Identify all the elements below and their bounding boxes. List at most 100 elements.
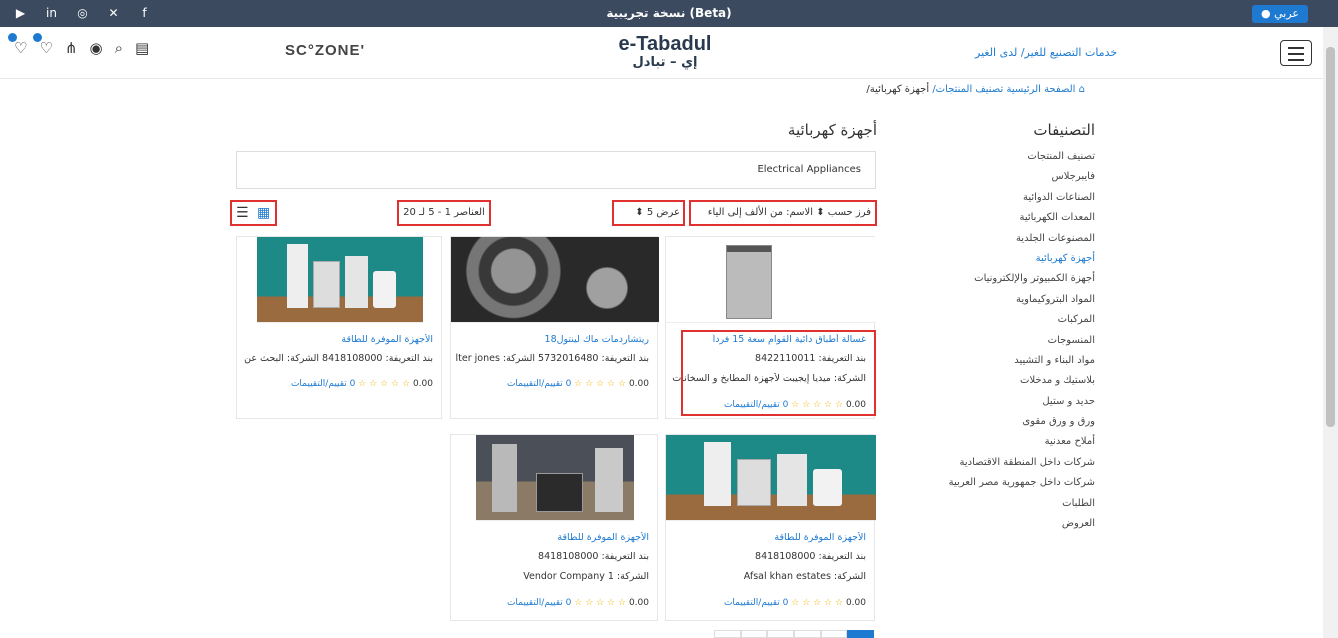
sidebar-title: التصنيفات xyxy=(1033,121,1095,139)
sidebar-category-item[interactable]: تصنيف المنتجات xyxy=(900,147,1095,167)
rating-value: 0.00 xyxy=(412,379,433,389)
globe-icon: ● xyxy=(1261,7,1271,20)
product-rating: 0.00 ☆ ☆ ☆ ☆ ☆ 0 تقييم/التقييمات xyxy=(507,598,649,608)
pagination xyxy=(714,630,875,638)
etabadul-logo[interactable]: e-Tabadul إي – تبادل xyxy=(600,33,730,75)
top-bar: ▶ in ◎ ✕ f نسخة تجريبية (Beta) ● عربي xyxy=(0,0,1338,27)
product-card[interactable]: الأجهزة الموفرة للطاقة بند التعريفة: 8418… xyxy=(236,236,442,419)
rating-stars-icon: ☆ ☆ ☆ ☆ ☆ xyxy=(791,598,844,608)
sidebar-category-item[interactable]: حديد و ستيل xyxy=(900,392,1095,412)
page-button-active[interactable] xyxy=(847,630,875,638)
breadcrumb-categories[interactable]: تصنيف المنتجات/ xyxy=(932,84,1003,95)
sidebar-category-item[interactable]: أجهزة كهربائية xyxy=(900,249,1095,269)
compare-icon[interactable]: ♡ xyxy=(8,33,27,57)
categories-sidebar: التصنيفات تصنيف المنتجات فايبرجلاس الصناعا… xyxy=(900,121,1095,534)
beta-banner: نسخة تجريبية (Beta) xyxy=(606,6,732,20)
product-card[interactable]: الأجهزة الموفرة للطاقة بند التعريفة: 8418… xyxy=(450,434,658,621)
sort-caret-icon: ⬍ xyxy=(816,207,825,218)
show-value: 5 xyxy=(646,207,654,218)
sidebar-category-item[interactable]: العروض xyxy=(900,514,1095,534)
highlight-box xyxy=(681,330,876,416)
sidebar-category-item[interactable]: الصناعات الدوائية xyxy=(900,188,1095,208)
sidebar-category-item[interactable]: بلاستيك و مدخلات xyxy=(900,371,1095,391)
show-label: عرض xyxy=(656,207,680,218)
language-button[interactable]: ● عربي xyxy=(1252,5,1308,23)
sidebar-category-item[interactable]: شركات داخل جمهورية مصر العربية xyxy=(900,473,1095,493)
breadcrumb-home[interactable]: الصفحة الرئيسية xyxy=(1006,84,1075,95)
page-button[interactable] xyxy=(740,630,768,638)
page-button[interactable] xyxy=(767,630,795,638)
account-icon[interactable]: ◉ xyxy=(89,39,102,57)
sidebar-category-item[interactable]: الطلبات xyxy=(900,494,1095,514)
product-rating: 0.00 ☆ ☆ ☆ ☆ ☆ 0 تقييم/التقييمات xyxy=(724,598,866,608)
share-icon[interactable]: ⋔ xyxy=(65,39,78,57)
product-tariff: بند التعريفة: 8418108000 xyxy=(538,551,649,562)
category-description: Electrical Appliances xyxy=(236,151,876,189)
reviews-link[interactable]: 0 تقييم/التقييمات xyxy=(291,379,355,389)
product-card[interactable]: الأجهزة الموفرة للطاقة بند التعريفة: 8418… xyxy=(665,434,876,621)
page-title: أجهزة كهربائية xyxy=(787,121,877,139)
product-name-link[interactable]: الأجهزة الموفرة للطاقة xyxy=(241,334,433,345)
header-icons: ♡ ♡ ⋔ ◉ ⌕ ▤ xyxy=(8,33,149,57)
sidebar-category-item[interactable]: المنسوجات xyxy=(900,331,1095,351)
page-button[interactable] xyxy=(714,630,741,638)
page-button[interactable] xyxy=(794,630,821,638)
logo-english: e-Tabadul xyxy=(618,33,712,55)
product-tariff: بند التعريفة: 8418108000 xyxy=(755,551,866,562)
sidebar-category-item[interactable]: المعدات الكهربائية xyxy=(900,208,1095,228)
reviews-link[interactable]: 0 تقييم/التقييمات xyxy=(507,379,571,389)
page-button[interactable] xyxy=(820,630,848,638)
rating-stars-icon: ☆ ☆ ☆ ☆ ☆ xyxy=(574,598,627,608)
product-name-link[interactable]: ريتشاردمات ماك لينتول18 xyxy=(455,334,649,345)
product-tariff: بند التعريفة: 8418108000 الشركة: البحث ع… xyxy=(241,353,433,364)
sidebar-category-item[interactable]: المواد البتروكيماوية xyxy=(900,290,1095,310)
menu-icon xyxy=(1288,47,1304,49)
breadcrumb-current: أجهزة كهربائية/ xyxy=(866,84,930,95)
items-range: العناصر 1 - 5 لـ 20 xyxy=(397,200,491,226)
sidebar-category-item[interactable]: أجهزة الكمبيوتر والإلكترونيات xyxy=(900,269,1095,289)
product-image[interactable] xyxy=(666,237,876,323)
product-company: الشركة: Vendor Company 1 xyxy=(523,571,649,582)
product-image[interactable] xyxy=(476,435,634,521)
product-company: الشركة: Afsal khan estates xyxy=(743,571,866,582)
search-icon[interactable]: ⌕ xyxy=(115,39,123,57)
sidebar-category-item[interactable]: المركبات xyxy=(900,310,1095,330)
rating-value: 0.00 xyxy=(845,598,866,608)
reviews-link[interactable]: 0 تقييم/التقييمات xyxy=(507,598,571,608)
logo-arabic: إي – تبادل xyxy=(632,55,698,70)
rating-value: 0.00 xyxy=(628,598,649,608)
wishlist-icon[interactable]: ♡ xyxy=(33,33,53,57)
grid-view-icon[interactable]: ▦ xyxy=(257,202,270,224)
services-link[interactable]: خدمات التصنيع للغير/ لدى الغير xyxy=(975,46,1117,59)
sort-value: الاسم: من الألف إلى الياء xyxy=(707,207,813,218)
sidebar-category-item[interactable]: شركات داخل المنطقة الاقتصادية xyxy=(900,453,1095,473)
sidebar-category-item[interactable]: أملاح معدنية xyxy=(900,432,1095,452)
product-image[interactable] xyxy=(666,435,876,521)
sidebar-category-item[interactable]: المصنوعات الجلدية xyxy=(900,229,1095,249)
language-label: عربي xyxy=(1274,7,1299,20)
home-icon[interactable]: ⌂ xyxy=(1079,84,1085,95)
sidebar-category-item[interactable]: فايبرجلاس xyxy=(900,167,1095,187)
product-image[interactable] xyxy=(451,237,659,323)
list-view-icon[interactable]: ☰ xyxy=(236,202,249,224)
product-name-link[interactable]: الأجهزة الموفرة للطاقة xyxy=(455,532,649,543)
sidebar-category-item[interactable]: ورق و ورق مقوى xyxy=(900,412,1095,432)
sczone-logo[interactable]: SC°ZONE' xyxy=(285,42,365,59)
sidebar-category-item[interactable]: مواد البناء و التشييد xyxy=(900,351,1095,371)
page-scrollbar[interactable] xyxy=(1323,27,1338,638)
show-select[interactable]: عرض 5 ⬍ xyxy=(612,200,685,226)
product-name-link[interactable]: الأجهزة الموفرة للطاقة xyxy=(670,532,866,543)
product-rating: 0.00 ☆ ☆ ☆ ☆ ☆ 0 تقييم/التقييمات xyxy=(507,379,649,389)
catalog-icon[interactable]: ▤ xyxy=(135,39,149,57)
breadcrumb: ⌂ الصفحة الرئيسية تصنيف المنتجات/ أجهزة … xyxy=(0,84,1310,100)
product-image[interactable] xyxy=(257,237,423,323)
product-rating: 0.00 ☆ ☆ ☆ ☆ ☆ 0 تقييم/التقييمات xyxy=(291,379,433,389)
show-caret-icon: ⬍ xyxy=(635,207,644,218)
menu-button[interactable] xyxy=(1280,40,1312,66)
sort-select[interactable]: فرز حسب ⬍ الاسم: من الألف إلى الياء xyxy=(689,200,877,226)
rating-stars-icon: ☆ ☆ ☆ ☆ ☆ xyxy=(574,379,627,389)
product-card[interactable]: ريتشاردمات ماك لينتول18 بند التعريفة: 573… xyxy=(450,236,659,419)
view-toggle: ☰ ▦ xyxy=(230,200,277,226)
scrollbar-thumb[interactable] xyxy=(1326,47,1335,427)
reviews-link[interactable]: 0 تقييم/التقييمات xyxy=(724,598,788,608)
